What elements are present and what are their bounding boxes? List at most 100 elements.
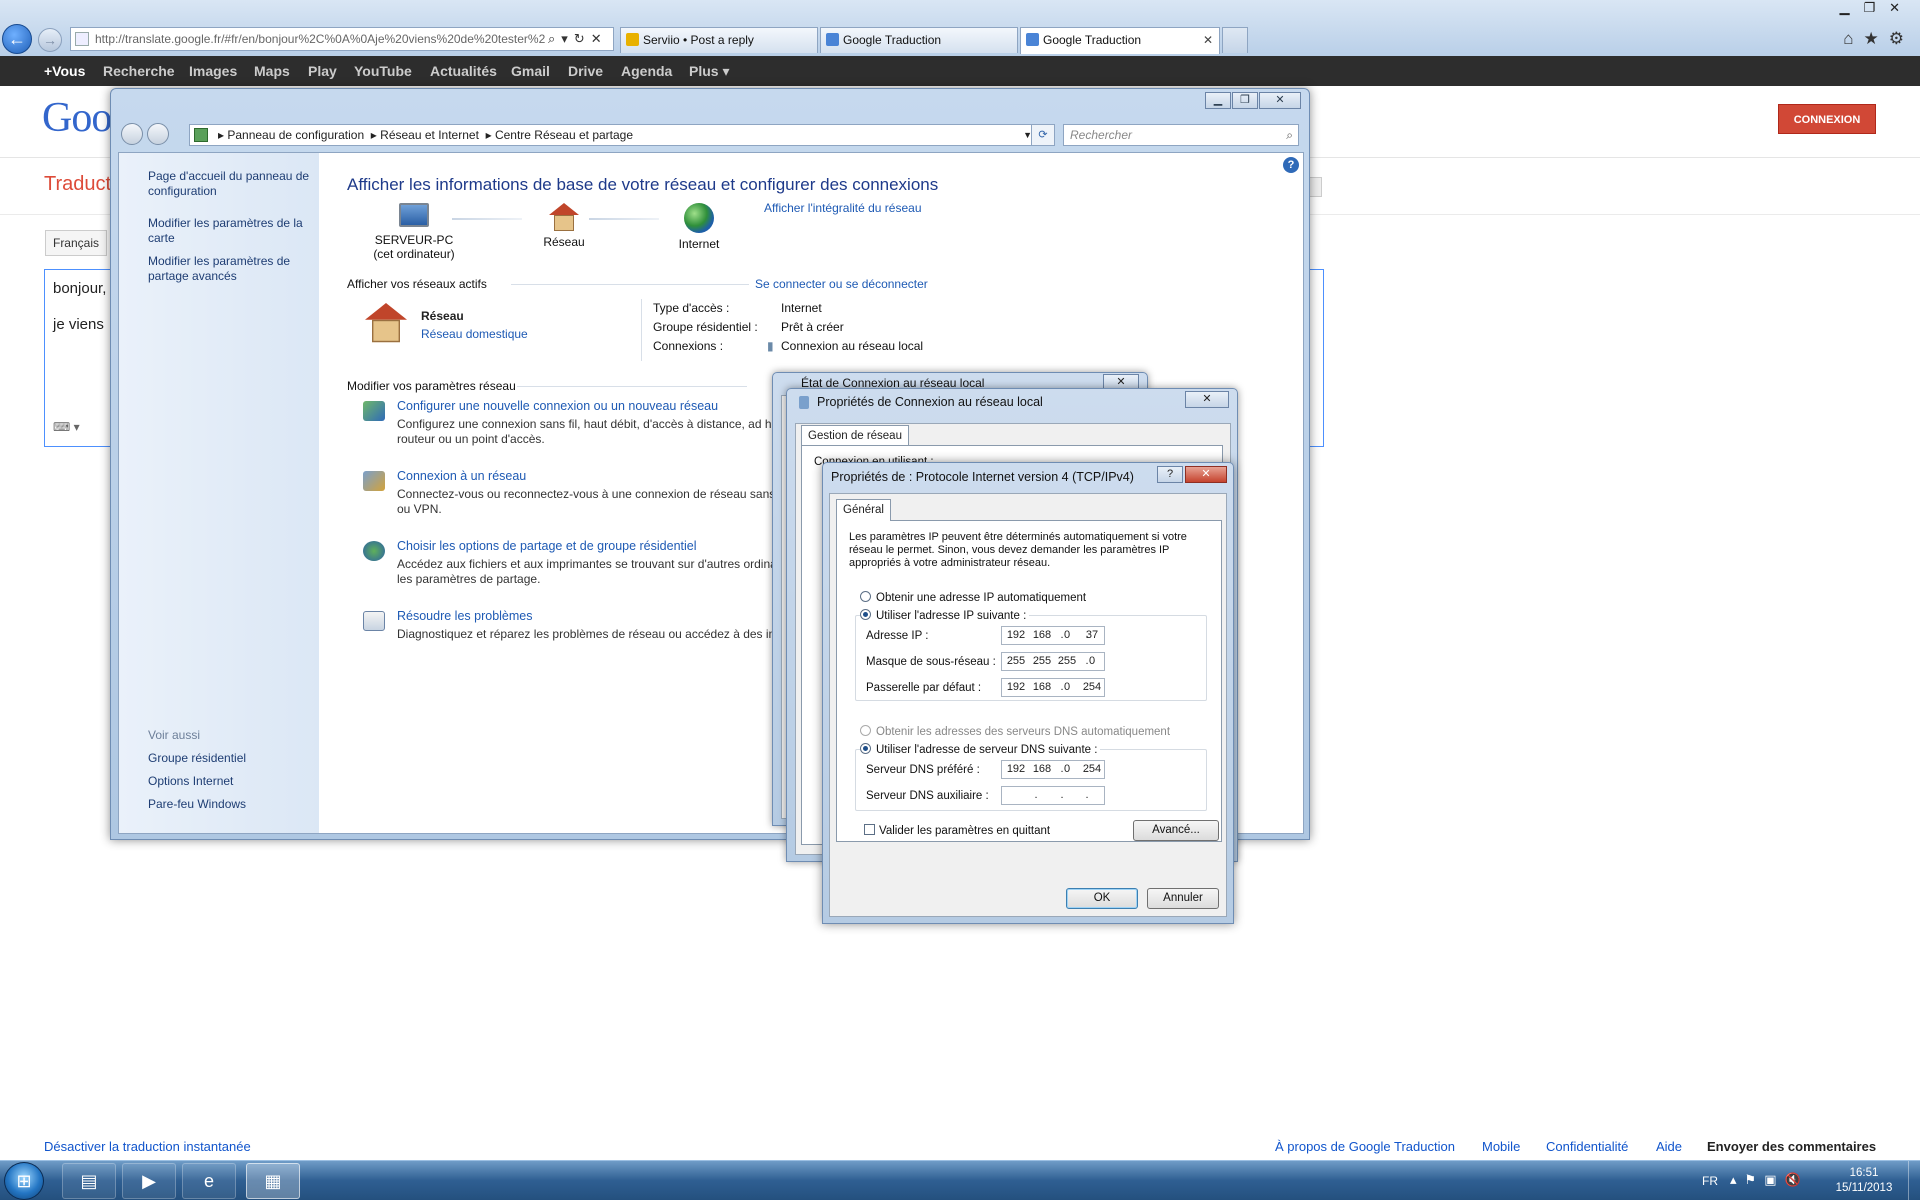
manual-ip-radio[interactable]: Utiliser l'adresse IP suivante : <box>860 609 1030 622</box>
send-feedback-link[interactable]: Envoyer des commentaires <box>1707 1139 1876 1154</box>
help-icon[interactable]: ? <box>1283 157 1299 173</box>
minimize-icon[interactable]: ▁ <box>1205 92 1231 109</box>
tab-networking[interactable]: Gestion de réseau <box>801 425 909 446</box>
gateway-field[interactable]: 192. 168. 0. 254 <box>1001 678 1105 697</box>
close-icon[interactable]: ✕ <box>1259 92 1301 109</box>
gbar-item-youtube[interactable]: YouTube <box>354 63 412 79</box>
cancel-button[interactable]: Annuler <box>1147 888 1219 909</box>
action-center-flag-icon[interactable]: ⚑ <box>1745 1172 1765 1187</box>
restore-icon[interactable]: ❐ <box>1863 0 1889 15</box>
radio-button[interactable] <box>860 725 871 736</box>
breadcrumb-item[interactable]: Panneau de configuration <box>227 128 364 142</box>
minimize-icon[interactable]: ▁ <box>1839 0 1863 15</box>
gbar-item-drive[interactable]: Drive <box>568 63 603 79</box>
sidebar-item-sharing[interactable]: Modifier les paramètres de partage avanc… <box>148 254 316 284</box>
sidebar-item-adapter[interactable]: Modifier les paramètres de la carte <box>148 216 316 246</box>
start-button-windows-icon[interactable]: ⊞ <box>4 1162 44 1200</box>
task-new-connection[interactable]: Configurer une nouvelle connexion ou un … <box>397 399 718 413</box>
full-map-link[interactable]: Afficher l'intégralité du réseau <box>764 201 922 215</box>
internet-explorer-icon[interactable]: e <box>182 1163 236 1199</box>
show-hidden-icons-icon[interactable]: ▴ <box>1730 1172 1745 1187</box>
alternate-dns-field[interactable]: ... <box>1001 786 1105 805</box>
search-icon[interactable]: ⌕ <box>1286 125 1293 145</box>
breadcrumb-item[interactable]: Centre Réseau et partage <box>495 128 633 142</box>
sidebar-item-homegroup[interactable]: Groupe résidentiel <box>148 751 316 766</box>
privacy-link[interactable]: Confidentialité <box>1546 1139 1628 1154</box>
breadcrumb[interactable]: ▸ Panneau de configuration ▸ Réseau et I… <box>189 124 1039 146</box>
tab-google-traduction-1[interactable]: Google Traduction <box>820 27 1018 53</box>
breadcrumb-item[interactable]: Réseau et Internet <box>380 128 479 142</box>
gbar-item-agenda[interactable]: Agenda <box>621 63 672 79</box>
tab-close-icon[interactable]: ✕ <box>1203 28 1213 52</box>
network-type-link[interactable]: Réseau domestique <box>421 327 528 341</box>
back-arrow-icon[interactable]: ← <box>2 24 32 54</box>
preferred-dns-field[interactable]: 192. 168. 0. 254 <box>1001 760 1105 779</box>
refresh-icon[interactable]: ↻ <box>574 31 591 46</box>
ok-button[interactable]: OK <box>1066 888 1138 909</box>
search-icon[interactable]: ⌕ <box>548 31 561 46</box>
clock[interactable]: 16:51 15/11/2013 <box>1826 1166 1902 1196</box>
tab-serviio[interactable]: Serviio • Post a reply <box>620 27 818 53</box>
close-icon[interactable]: ✕ <box>591 31 608 46</box>
help-icon[interactable]: ? <box>1157 466 1183 483</box>
keyboard-icon[interactable]: ⌨ ▾ <box>53 420 80 434</box>
network-icon[interactable]: ▣ <box>1764 1172 1784 1187</box>
homegroup-link[interactable]: Prêt à créer <box>781 320 844 334</box>
task-troubleshoot[interactable]: Résoudre les problèmes <box>397 609 533 623</box>
volume-muted-icon[interactable]: 🔇 <box>1784 1172 1808 1187</box>
validate-on-exit-checkbox[interactable]: Valider les paramètres en quittant <box>864 824 1050 837</box>
tab-google-traduction-2[interactable]: Google Traduction ✕ <box>1020 27 1220 54</box>
gbar-item-gmail[interactable]: Gmail <box>511 63 550 79</box>
local-connection-link[interactable]: Connexion au réseau local <box>781 339 923 353</box>
gbar-item-actualites[interactable]: Actualités <box>430 63 497 79</box>
gbar-item-maps[interactable]: Maps <box>254 63 290 79</box>
gbar-item-images[interactable]: Images <box>189 63 237 79</box>
connect-disconnect-link[interactable]: Se connecter ou se déconnecter <box>755 277 928 291</box>
home-icon[interactable]: ⌂ <box>1843 29 1863 48</box>
source-language-button[interactable]: Français <box>45 230 107 256</box>
new-tab-button[interactable] <box>1222 27 1248 53</box>
gbar-item-plus[interactable]: Plus ▾ <box>689 63 729 80</box>
checkbox[interactable] <box>864 824 875 835</box>
favorites-star-icon[interactable]: ★ <box>1864 29 1889 48</box>
gbar-item-play[interactable]: Play <box>308 63 337 79</box>
close-icon[interactable]: ✕ <box>1185 466 1227 483</box>
radio-button[interactable] <box>860 743 871 754</box>
media-player-icon[interactable]: ▶ <box>122 1163 176 1199</box>
close-icon[interactable]: ✕ <box>1185 391 1229 408</box>
back-arrow-icon[interactable] <box>121 123 143 145</box>
manual-dns-radio[interactable]: Utiliser l'adresse de serveur DNS suivan… <box>860 743 1101 756</box>
show-desktop-button[interactable] <box>1908 1161 1920 1200</box>
ip-address-field[interactable]: 192. 168. 0. 37 <box>1001 626 1105 645</box>
control-panel-icon[interactable]: ▦ <box>246 1163 300 1199</box>
close-icon[interactable]: ✕ <box>1889 0 1914 15</box>
disable-instant-link[interactable]: Désactiver la traduction instantanée <box>44 1139 251 1154</box>
chevron-down-icon[interactable]: ▾ <box>561 31 574 46</box>
forward-arrow-icon[interactable]: → <box>38 28 62 52</box>
search-input[interactable]: Rechercher ⌕ <box>1063 124 1299 146</box>
advanced-button[interactable]: Avancé... <box>1133 820 1219 841</box>
sidebar-item-firewall[interactable]: Pare-feu Windows <box>148 797 316 812</box>
about-link[interactable]: À propos de Google Traduction <box>1275 1139 1455 1154</box>
gear-icon[interactable]: ⚙ <box>1889 29 1914 48</box>
gbar-item-recherche[interactable]: Recherche <box>103 63 175 79</box>
refresh-icon[interactable]: ⟳ <box>1031 124 1055 146</box>
tab-general[interactable]: Général <box>836 499 891 521</box>
sidebar-item-internet-options[interactable]: Options Internet <box>148 774 316 789</box>
forward-arrow-icon[interactable] <box>147 123 169 145</box>
maximize-icon[interactable]: ❐ <box>1232 92 1258 109</box>
address-bar[interactable]: http://translate.google.fr/#fr/en/bonjou… <box>70 27 614 51</box>
google-logo[interactable]: Goo <box>42 94 112 142</box>
help-link[interactable]: Aide <box>1656 1139 1682 1154</box>
subnet-mask-field[interactable]: 255. 255. 255. 0 <box>1001 652 1105 671</box>
sidebar-item-home[interactable]: Page d'accueil du panneau de configurati… <box>148 169 316 199</box>
input-language[interactable]: FR <box>1702 1174 1718 1188</box>
auto-ip-radio[interactable]: Obtenir une adresse IP automatiquement <box>860 591 1086 604</box>
auto-dns-radio[interactable]: Obtenir les adresses des serveurs DNS au… <box>860 725 1170 738</box>
task-sharing-options[interactable]: Choisir les options de partage et de gro… <box>397 539 697 553</box>
mobile-link[interactable]: Mobile <box>1482 1139 1520 1154</box>
radio-button[interactable] <box>860 609 871 620</box>
gbar-item-vous[interactable]: +Vous <box>44 63 85 79</box>
task-connect-network[interactable]: Connexion à un réseau <box>397 469 526 483</box>
radio-button[interactable] <box>860 591 871 602</box>
